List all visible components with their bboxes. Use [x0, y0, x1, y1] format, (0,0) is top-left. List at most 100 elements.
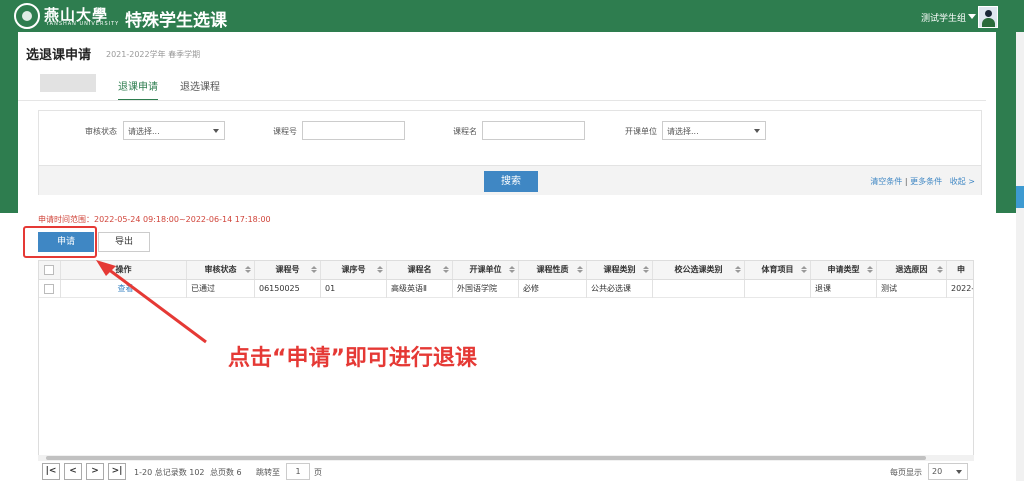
cell: 06150025 [255, 280, 321, 298]
left-background [0, 213, 18, 481]
per-page-label: 每页显示 [890, 468, 922, 477]
cell: 01 [321, 280, 387, 298]
sort-icon [311, 266, 317, 273]
sort-icon [643, 266, 649, 273]
cell: 公共必选课 [587, 280, 653, 298]
prev-page-button[interactable]: < [64, 463, 82, 480]
chevron-down-icon[interactable] [968, 14, 976, 19]
department-label: 开课单位 [625, 127, 657, 136]
cell: 2022- [951, 284, 974, 293]
cell [653, 280, 745, 298]
search-button[interactable]: 搜索 [484, 171, 538, 192]
right-background [996, 213, 1016, 481]
col-header[interactable]: 申请类型 [811, 261, 877, 279]
cell: 高级英语Ⅱ [387, 280, 453, 298]
col-header[interactable]: 体育项目 [745, 261, 811, 279]
cell [745, 280, 811, 298]
course-no-label: 课程号 [273, 127, 297, 136]
department-select[interactable]: 请选择... [662, 121, 766, 140]
table-header: 操作 审核状态 课程号 课序号 课程名 开课单位 课程性质 课程类别 校公选课类… [39, 261, 973, 280]
sort-icon [509, 266, 515, 273]
page-subtitle: 2021-2022学年 春季学期 [106, 50, 201, 59]
collapse-link[interactable]: 收起 > [950, 177, 975, 186]
record-summary: 1-20 总记录数 102 [134, 468, 205, 477]
sort-icon [801, 266, 807, 273]
system-title: 特殊学生选课 [125, 11, 227, 31]
last-page-button[interactable]: >| [108, 463, 126, 480]
col-header[interactable]: 课程号 [255, 261, 321, 279]
first-page-button[interactable]: |< [42, 463, 60, 480]
cell: 测试 [877, 280, 947, 298]
filter-panel: 审核状态 请选择... 课程号 课程名 开课单位 请选择... 搜索 清空条件 … [38, 110, 982, 195]
audit-status-select[interactable]: 请选择... [123, 121, 225, 140]
sort-icon [377, 266, 383, 273]
course-table: 操作 审核状态 课程号 课序号 课程名 开课单位 课程性质 课程类别 校公选课类… [38, 260, 974, 460]
table-row: 查看 已通过 06150025 01 高级英语Ⅱ 外国语学院 必修 公共必选课 … [39, 280, 974, 298]
clear-conditions-link[interactable]: 清空条件 [870, 177, 902, 186]
col-header[interactable]: 操作 [61, 261, 187, 279]
select-all-checkbox[interactable] [44, 265, 54, 275]
cell: 退课 [811, 280, 877, 298]
jump-label: 跳转至 [256, 468, 280, 477]
course-name-label: 课程名 [453, 127, 477, 136]
scrollbar-thumb[interactable] [46, 456, 926, 460]
filter-footer: 搜索 清空条件 | 更多条件 收起 > [39, 165, 981, 195]
cell: 必修 [519, 280, 587, 298]
school-name-en: YANSHAN UNIVERSITY [46, 21, 120, 27]
sort-icon [245, 266, 251, 273]
highlight-box [23, 226, 97, 258]
col-header[interactable]: 课程名 [387, 261, 453, 279]
export-button[interactable]: 导出 [98, 232, 150, 252]
tab-dropped-courses[interactable]: 退选课程 [180, 78, 220, 99]
top-bar: 燕山大學 YANSHAN UNIVERSITY 特殊学生选课 测试学生组 [0, 0, 1024, 32]
more-conditions-link[interactable]: 更多条件 [910, 177, 942, 186]
sort-icon [577, 266, 583, 273]
tab-divider [18, 100, 986, 101]
chevron-down-icon [213, 129, 219, 133]
pagination: |< < > >| 1-20 总记录数 102 总页数 6 跳转至 1 页 每页… [38, 462, 974, 481]
page-input[interactable]: 1 [286, 463, 310, 480]
link-separator: | [904, 177, 908, 186]
col-header[interactable]: 课程类别 [587, 261, 653, 279]
cell: 已通过 [187, 280, 255, 298]
per-page-value: 20 [932, 467, 943, 476]
view-link[interactable]: 查看 [61, 280, 187, 298]
audit-status-value: 请选择... [128, 127, 160, 136]
main-panel: 选退课申请 2021-2022学年 春季学期 退课申请 退选课程 审核状态 请选… [18, 32, 996, 481]
tab-drop-request[interactable]: 退课申请 [118, 78, 158, 101]
col-header[interactable]: 课序号 [321, 261, 387, 279]
per-page-select[interactable]: 20 [928, 463, 968, 480]
user-menu[interactable]: 测试学生组 [921, 11, 966, 24]
col-header[interactable]: 退选原因 [877, 261, 947, 279]
total-pages: 总页数 6 [210, 468, 242, 477]
col-header[interactable]: 校公选课类别 [653, 261, 745, 279]
page-title: 选退课申请 [26, 48, 92, 63]
col-header[interactable]: 审核状态 [187, 261, 255, 279]
course-no-input[interactable] [302, 121, 405, 140]
apply-time-range: 申请时间范围：2022-05-24 09:18:00~2022-06-14 17… [38, 215, 271, 224]
chevron-down-icon [754, 129, 760, 133]
side-tool-tab[interactable] [1016, 186, 1024, 208]
row-select-cell [39, 280, 61, 298]
select-all-cell [39, 261, 61, 279]
chevron-down-icon [956, 470, 962, 474]
col-header[interactable]: 课程性质 [519, 261, 587, 279]
filter-links: 清空条件 | 更多条件 收起 > [870, 176, 975, 187]
sort-icon [867, 266, 873, 273]
horizontal-scrollbar[interactable] [38, 455, 974, 461]
avatar[interactable] [978, 6, 998, 28]
sort-icon [735, 266, 741, 273]
cell: 外国语学院 [453, 280, 519, 298]
next-page-button[interactable]: > [86, 463, 104, 480]
col-header[interactable]: 开课单位 [453, 261, 519, 279]
row-checkbox[interactable] [44, 284, 54, 294]
col-header[interactable]: 申 [947, 261, 973, 279]
course-name-input[interactable] [482, 121, 585, 140]
audit-status-label: 审核状态 [85, 127, 117, 136]
page-scrollbar[interactable] [1016, 32, 1024, 481]
sort-icon [443, 266, 449, 273]
page-unit: 页 [314, 468, 322, 477]
university-logo-icon [14, 3, 40, 29]
sort-icon [937, 266, 943, 273]
department-value: 请选择... [667, 127, 699, 136]
